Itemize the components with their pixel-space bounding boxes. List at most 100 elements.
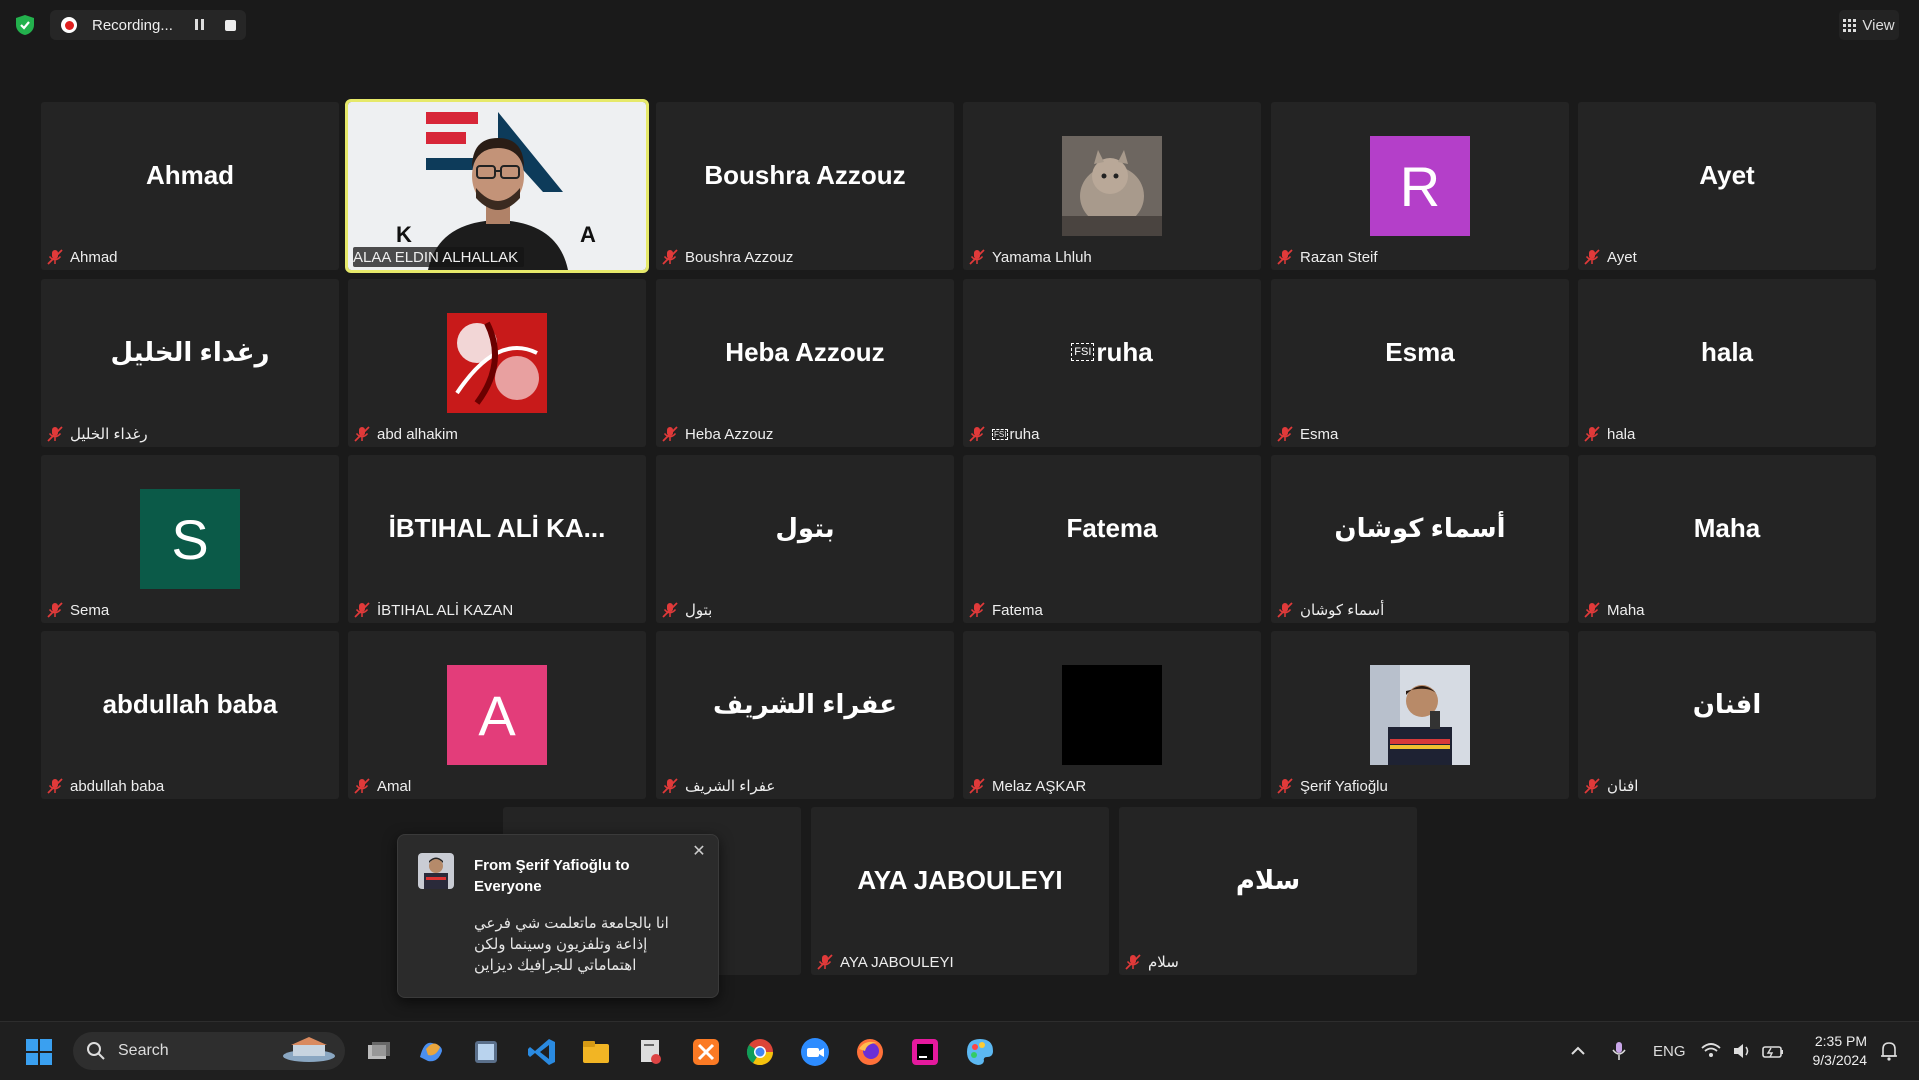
paint-icon[interactable] — [963, 1035, 997, 1069]
participant-tile[interactable]: hala hala — [1578, 279, 1876, 447]
participant-name-label: Ayet — [1583, 247, 1643, 267]
participant-tile[interactable]: Heba Azzouz Heba Azzouz — [656, 279, 954, 447]
windows-start-icon[interactable] — [22, 1035, 56, 1069]
participant-tile[interactable]: Ahmad Ahmad — [41, 102, 339, 270]
participant-name-text: İBTIHAL ALİ KAZAN — [377, 601, 514, 619]
recording-label: Recording... — [92, 16, 173, 34]
participant-tile[interactable]: S Sema — [41, 455, 339, 623]
participant-display-name-text: Fatema — [1066, 512, 1158, 543]
view-button[interactable]: View — [1839, 10, 1899, 40]
language-indicator[interactable]: ENG — [1653, 1022, 1686, 1080]
participant-tile[interactable]: Esma Esma — [1271, 279, 1569, 447]
muted-mic-icon — [353, 777, 377, 795]
fsi-tag: FSI — [992, 428, 1009, 440]
participant-name-text: بتول — [685, 602, 713, 619]
participant-name-label: رغداء الخليل — [46, 424, 154, 444]
microphone-tray-icon[interactable] — [1609, 1022, 1629, 1080]
svg-text:K: K — [396, 222, 412, 247]
wifi-icon[interactable] — [1700, 1022, 1722, 1080]
volume-icon[interactable] — [1731, 1022, 1753, 1080]
copilot-icon[interactable] — [414, 1035, 448, 1069]
pause-recording-button[interactable] — [194, 19, 207, 31]
muted-mic-icon — [46, 601, 70, 619]
muted-mic-icon — [1276, 425, 1300, 443]
participant-display-name-text: İBTIHAL ALİ KA... — [388, 512, 606, 543]
participant-display-name: Fatema — [963, 455, 1261, 601]
xampp-icon[interactable] — [689, 1035, 723, 1069]
participant-tile[interactable]: Yamama Lhluh — [963, 102, 1261, 270]
participant-tile[interactable]: İBTIHAL ALİ KA... İBTIHAL ALİ KAZAN — [348, 455, 646, 623]
show-hidden-icons[interactable] — [1568, 1022, 1588, 1080]
security-shield-icon[interactable] — [14, 14, 36, 36]
grid-icon — [1843, 18, 1857, 32]
participant-tile[interactable]: عفراء الشريف عفراء الشريف — [656, 631, 954, 799]
muted-mic-icon — [661, 248, 685, 266]
participant-tile[interactable]: FSI ruha FSI ruha — [963, 279, 1261, 447]
participant-name-label: abd alhakim — [353, 424, 464, 444]
participant-avatar: S — [140, 489, 240, 589]
participant-name-label: Esma — [1276, 424, 1344, 444]
participant-tile[interactable]: Boushra Azzouz Boushra Azzouz — [656, 102, 954, 270]
participant-display-name: Ayet — [1578, 102, 1876, 248]
system-clock[interactable]: 2:35 PM 9/3/2024 — [1813, 1032, 1868, 1070]
participant-name-label: Razan Steif — [1276, 247, 1384, 267]
firefox-icon[interactable] — [853, 1035, 887, 1069]
webstorm-icon[interactable] — [908, 1035, 942, 1069]
participant-tile[interactable]: أسماء كوشان أسماء كوشان — [1271, 455, 1569, 623]
participant-tile[interactable]: Maha Maha — [1578, 455, 1876, 623]
muted-mic-icon — [46, 248, 70, 266]
muted-mic-icon — [661, 425, 685, 443]
participant-display-name: Heba Azzouz — [656, 279, 954, 425]
muted-mic-icon — [353, 601, 377, 619]
participant-display-name: AYA JABOULEYI — [811, 807, 1109, 953]
participant-tile[interactable]: A Amal — [348, 631, 646, 799]
notification-bell-icon[interactable] — [1879, 1022, 1899, 1080]
participant-tile[interactable]: رغداء الخليل رغداء الخليل — [41, 279, 339, 447]
participant-tile[interactable]: abd alhakim — [348, 279, 646, 447]
taskbar-search[interactable]: Search — [73, 1032, 345, 1070]
muted-mic-icon — [968, 425, 992, 443]
chrome-icon[interactable] — [743, 1035, 777, 1069]
participant-display-name: عفراء الشريف — [656, 631, 954, 777]
participant-tile[interactable]: Şerif Yafioğlu — [1271, 631, 1569, 799]
chat-popup-title: From Şerif Yafioğlu to Everyone — [474, 857, 630, 895]
chat-notification-popup[interactable]: From Şerif Yafioğlu to Everyone انا بالج… — [397, 834, 719, 998]
participant-tile[interactable]: Fatema Fatema — [963, 455, 1261, 623]
participant-tile[interactable]: Melaz AŞKAR — [963, 631, 1261, 799]
participant-tile[interactable]: افنان افنان — [1578, 631, 1876, 799]
participant-tile[interactable]: AYA JABOULEYI AYA JABOULEYI — [811, 807, 1109, 975]
participant-name-label: Melaz AŞKAR — [968, 776, 1092, 796]
participant-display-name: FSI ruha — [963, 279, 1261, 425]
muted-mic-icon — [1276, 601, 1300, 619]
muted-mic-icon — [1276, 248, 1300, 266]
participant-tile[interactable]: K A ALAA ELDIN ALHALLAK — [345, 99, 649, 273]
muted-mic-icon — [1276, 777, 1300, 795]
participant-tile[interactable]: بتول بتول — [656, 455, 954, 623]
participant-tile[interactable]: abdullah baba abdullah baba — [41, 631, 339, 799]
participant-tile[interactable]: Ayet Ayet — [1578, 102, 1876, 270]
participant-name-label: Amal — [353, 776, 417, 796]
participant-name-text: Melaz AŞKAR — [992, 777, 1087, 795]
participant-display-name: Maha — [1578, 455, 1876, 601]
participant-photo — [447, 313, 547, 413]
task-view-icon[interactable] — [360, 1035, 394, 1069]
muted-mic-icon — [1583, 248, 1607, 266]
participant-name-text: أسماء كوشان — [1300, 602, 1385, 619]
participant-display-name-text: hala — [1700, 336, 1754, 367]
zoom-icon[interactable] — [798, 1035, 832, 1069]
screen-tool-icon[interactable] — [469, 1035, 503, 1069]
participant-name-text: ALAA ELDIN ALHALLAK — [353, 248, 519, 266]
battery-icon[interactable] — [1761, 1022, 1785, 1080]
participant-tile[interactable]: R Razan Steif — [1271, 102, 1569, 270]
participant-avatar: R — [1370, 136, 1470, 236]
participant-name-label: İBTIHAL ALİ KAZAN — [353, 600, 519, 620]
file-explorer-icon[interactable] — [579, 1035, 613, 1069]
vscode-icon[interactable] — [525, 1035, 559, 1069]
close-icon[interactable]: ✕ — [690, 843, 708, 861]
muted-mic-icon — [816, 953, 840, 971]
stop-recording-button[interactable] — [224, 19, 236, 31]
participant-tile[interactable]: سلام سلام — [1119, 807, 1417, 975]
participant-display-name-text: Boushra Azzouz — [704, 159, 906, 190]
snipping-tool-icon[interactable] — [634, 1035, 668, 1069]
participant-photo — [1062, 665, 1162, 765]
